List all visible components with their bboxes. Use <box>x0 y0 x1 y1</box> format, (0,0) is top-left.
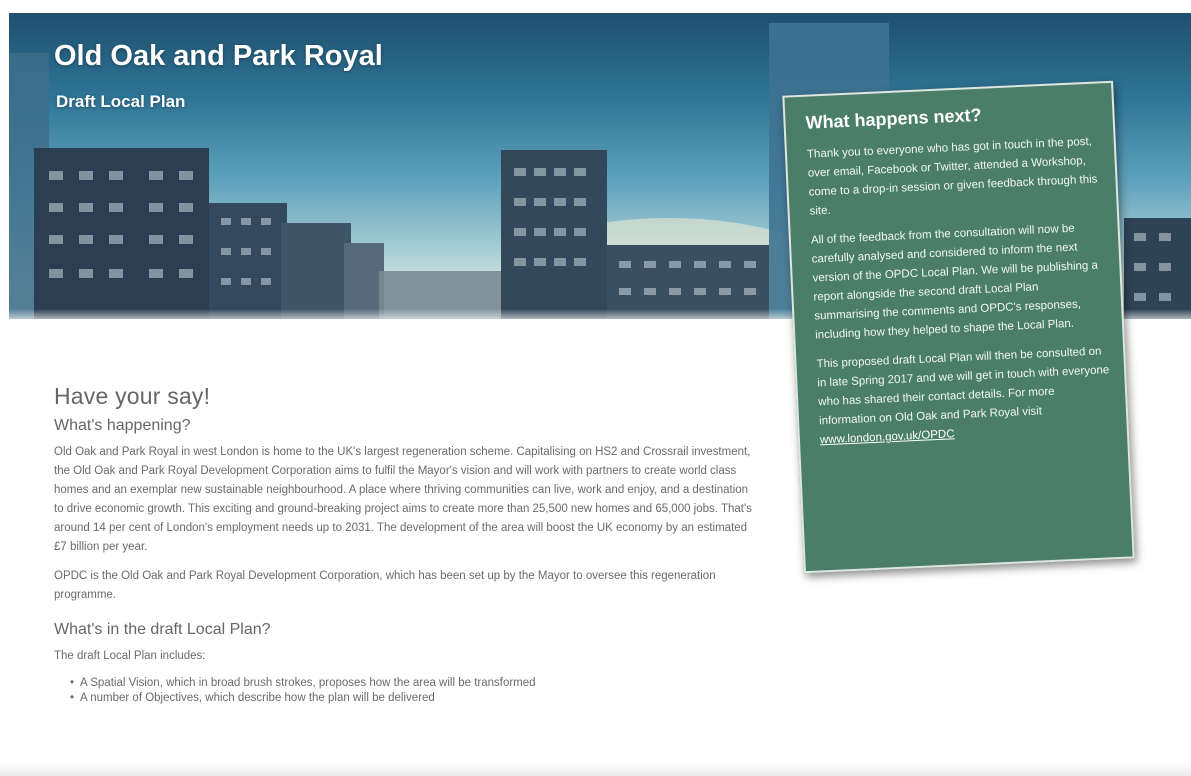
what-happens-next-card: What happens next? Thank you to everyone… <box>782 80 1135 574</box>
main-content: Have your say! What's happening? Old Oak… <box>54 383 754 706</box>
opdc-website-link[interactable]: www.london.gov.uk/OPDC <box>820 428 955 446</box>
site-subtitle: Draft Local Plan <box>56 92 186 111</box>
site-title: Old Oak and Park Royal <box>54 40 383 72</box>
card-paragraph-thanks: Thank you to everyone who has got in tou… <box>806 135 1098 218</box>
section-heading-draft-local-plan: What's in the draft Local Plan? <box>54 621 271 638</box>
card-paragraph-feedback: All of the feedback from the consultatio… <box>810 222 1099 342</box>
page-heading: Have your say! <box>54 383 211 409</box>
list-item: A number of Objectives, which describe h… <box>70 691 754 706</box>
draft-plan-intro: The draft Local Plan includes: <box>54 650 206 662</box>
opdc-paragraph: OPDC is the Old Oak and Park Royal Devel… <box>54 570 716 601</box>
card-title: What happens next? <box>805 104 982 133</box>
draft-plan-list: A Spatial Vision, which in broad brush s… <box>54 676 754 706</box>
bottom-shade <box>0 762 1191 776</box>
card-paragraph-next-steps: This proposed draft Local Plan will then… <box>816 342 1113 450</box>
list-item: A Spatial Vision, which in broad brush s… <box>70 676 754 691</box>
section-heading-whats-happening: What's happening? <box>54 417 191 434</box>
intro-paragraph: Old Oak and Park Royal in west London is… <box>54 446 752 553</box>
card-next-steps-text: This proposed draft Local Plan will then… <box>816 345 1110 428</box>
